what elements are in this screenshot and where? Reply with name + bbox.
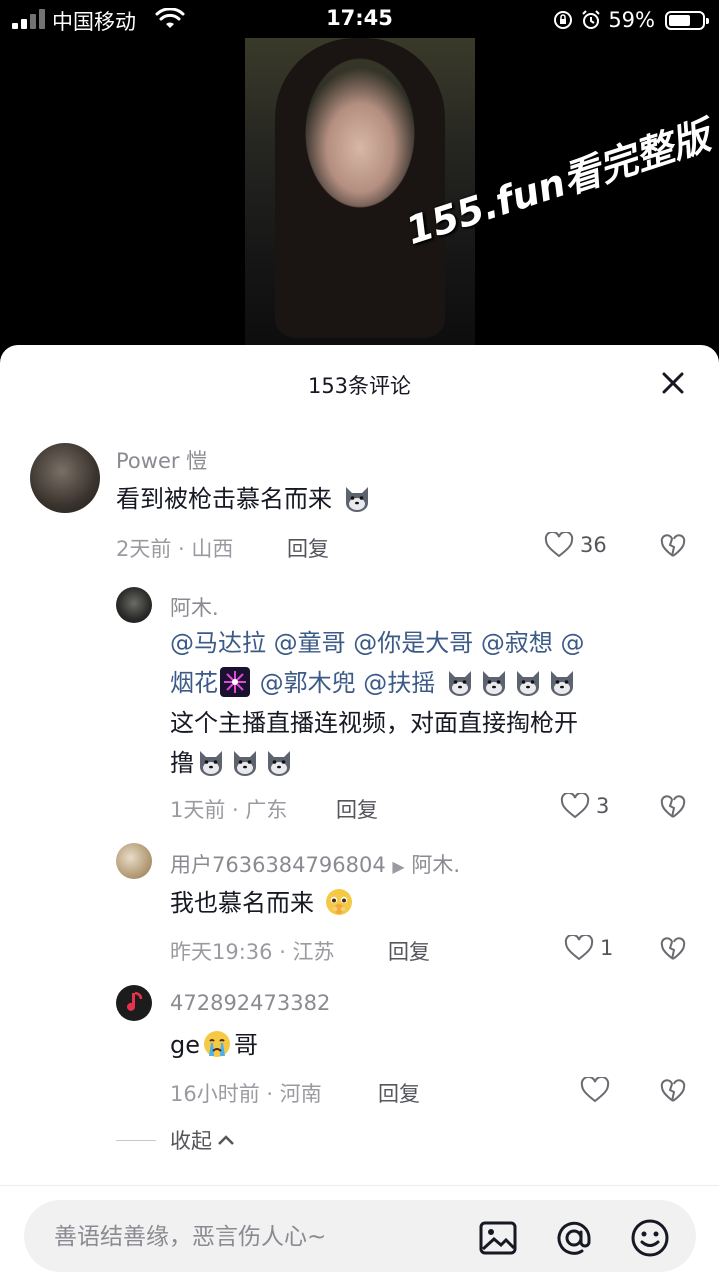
reply-text-line: 这个主播直播连视频，对面直接掏枪开 — [170, 709, 578, 737]
wolf-emoji-icon — [234, 751, 256, 776]
mentions-line-2[interactable]: @郭木兜 @扶摇 — [260, 669, 436, 697]
comment-text: 看到被枪击慕名而来 — [116, 479, 374, 519]
broken-heart-icon[interactable] — [660, 1079, 686, 1103]
wolf-emoji-icon — [550, 671, 573, 696]
at-icon[interactable] — [554, 1218, 594, 1258]
heart-icon — [564, 935, 594, 961]
avatar[interactable] — [116, 587, 152, 623]
wolf-emoji-icon — [516, 671, 539, 696]
crying-emoji-icon — [204, 1031, 230, 1057]
comment-input[interactable] — [52, 1214, 456, 1260]
reply-meta: 1天前 · 广东 — [170, 798, 288, 822]
collapse-label: 收起 — [170, 1129, 212, 1153]
broken-heart-icon[interactable] — [660, 534, 686, 558]
close-icon[interactable] — [661, 371, 685, 395]
divider — [116, 1139, 156, 1141]
comments-sheet: 153条评论 Power 愷 看到被枪击慕名而来 2天前 · 山西 回复 36 … — [0, 345, 719, 1280]
reply-text: 我也慕名而来 — [170, 883, 356, 923]
reply-text-line: 撸 — [170, 749, 194, 777]
like-button[interactable]: 36 — [544, 532, 607, 558]
reply-meta: 16小时前 · 河南 — [170, 1082, 322, 1106]
rotation-lock-icon — [554, 11, 573, 29]
comment-author[interactable]: Power 愷 — [116, 445, 207, 475]
like-count: 1 — [600, 936, 614, 960]
divider — [0, 1185, 719, 1186]
battery-percent: 59% — [608, 8, 655, 32]
comment-count-title: 153条评论 — [307, 374, 412, 398]
image-icon[interactable] — [478, 1218, 518, 1258]
wolf-emoji-icon — [482, 671, 505, 696]
wolf-emoji-icon — [448, 671, 471, 696]
status-bar: 中国移动 17:45 59% — [0, 0, 719, 40]
reply-arrow-icon: ▶ — [392, 857, 405, 876]
reply-button[interactable]: 回复 — [287, 533, 329, 563]
broken-heart-icon[interactable] — [660, 795, 686, 819]
reply-text: ge 哥 — [170, 1031, 258, 1059]
like-count: 3 — [596, 794, 610, 818]
reply-meta: 昨天19:36 · 江苏 — [170, 940, 335, 964]
comment-meta: 2天前 · 山西 — [116, 537, 234, 561]
wolf-emoji-icon — [200, 751, 222, 776]
reply-author[interactable]: 472892473382 — [170, 991, 330, 1015]
broken-heart-icon[interactable] — [660, 937, 686, 961]
heart-icon — [580, 1077, 610, 1103]
video-frame — [275, 38, 445, 338]
music-note-icon — [127, 991, 143, 1011]
avatar[interactable] — [116, 985, 152, 1021]
pleading-emoji-icon — [325, 889, 352, 915]
reply-button[interactable]: 回复 — [378, 1078, 420, 1108]
alarm-icon — [582, 10, 601, 29]
wolf-emoji-icon — [268, 751, 290, 776]
like-count: 36 — [580, 533, 607, 557]
reply-to-user[interactable]: 阿木. — [411, 853, 460, 877]
reply-button[interactable]: 回复 — [388, 936, 430, 966]
like-button[interactable] — [580, 1077, 616, 1103]
heart-icon — [560, 793, 590, 819]
avatar[interactable] — [30, 443, 100, 513]
like-button[interactable]: 3 — [560, 793, 609, 819]
wolf-emoji-icon — [345, 487, 368, 512]
reply-author[interactable]: 用户7636384796804 ▶ 阿木. — [170, 849, 460, 879]
chevron-up-icon — [218, 1135, 234, 1145]
mention-fireworks[interactable]: 烟花 — [170, 669, 218, 697]
reply-button[interactable]: 回复 — [336, 794, 378, 824]
like-button[interactable]: 1 — [564, 935, 613, 961]
reply-text: @马达拉 @童哥 @你是大哥 @寂想 @ 烟花 @郭木兜 @扶摇 这个主播直播连… — [170, 623, 680, 783]
collapse-replies-button[interactable]: 收起 — [116, 1125, 236, 1155]
emoji-icon[interactable] — [630, 1218, 670, 1258]
battery-icon — [665, 10, 709, 30]
fireworks-emoji-icon — [220, 667, 250, 697]
heart-icon — [544, 532, 574, 558]
mentions-line[interactable]: @马达拉 @童哥 @你是大哥 @寂想 @ — [170, 623, 680, 663]
reply-author[interactable]: 阿木. — [170, 592, 219, 622]
comment-input-bar — [24, 1200, 696, 1272]
avatar[interactable] — [116, 843, 152, 879]
